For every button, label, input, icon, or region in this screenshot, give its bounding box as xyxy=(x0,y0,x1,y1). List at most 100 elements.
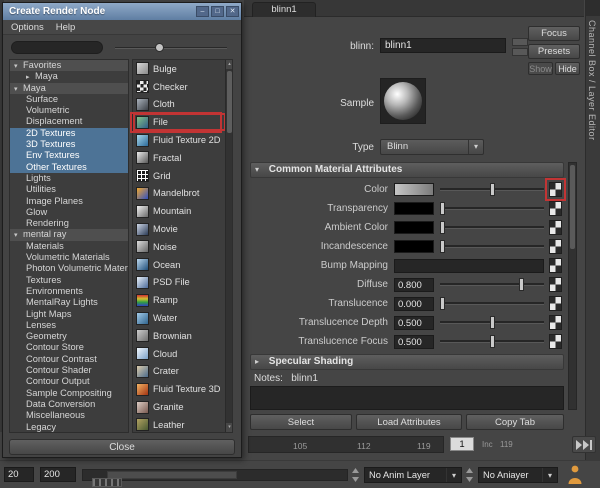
tree-item-maya[interactable]: ▸Maya xyxy=(10,71,128,82)
copy-tab-button[interactable]: Copy Tab xyxy=(466,414,564,430)
anim-layer-dropdown[interactable]: No Anim Layer ▾ xyxy=(364,467,462,483)
notes-textarea[interactable] xyxy=(250,386,564,410)
node-item-psd-file[interactable]: PSD File xyxy=(133,274,226,292)
window-titlebar[interactable]: Create Render Node – □ ✕ xyxy=(3,3,241,20)
slider-handle[interactable] xyxy=(440,221,445,234)
section-collapsed-icon[interactable]: ▸ xyxy=(255,355,266,369)
map-button-diffuse[interactable] xyxy=(549,277,562,292)
color-swatch[interactable] xyxy=(394,202,434,215)
tree-item-miscellaneous[interactable]: Miscellaneous xyxy=(10,410,128,421)
tree-item-utilities[interactable]: Utilities xyxy=(10,184,128,195)
slider-handle[interactable] xyxy=(155,43,164,52)
attr-slider[interactable] xyxy=(440,294,544,313)
tree-item-environments[interactable]: Environments xyxy=(10,286,128,297)
tree-item-contour-shader[interactable]: Contour Shader xyxy=(10,365,128,376)
tree-item-data-conversion[interactable]: Data Conversion xyxy=(10,399,128,410)
map-button-transparency[interactable] xyxy=(549,201,562,216)
node-name-field[interactable]: blinn1 xyxy=(380,38,506,53)
map-button-incandescence[interactable] xyxy=(549,239,562,254)
stepper-icon[interactable] xyxy=(466,468,473,482)
tree-item-photon-volumetric-materi[interactable]: Photon Volumetric Materi... xyxy=(10,263,128,274)
section-specular-shading[interactable]: ▸ Specular Shading xyxy=(250,354,564,370)
value-field[interactable]: 0.500 xyxy=(394,316,434,330)
node-item-noise[interactable]: Noise xyxy=(133,238,226,256)
slider-handle[interactable] xyxy=(440,202,445,215)
hide-button[interactable]: Hide xyxy=(555,62,580,75)
menu-help[interactable]: Help xyxy=(56,22,76,33)
node-item-fluid-texture-2d[interactable]: Fluid Texture 2D xyxy=(133,131,226,149)
node-item-mountain[interactable]: Mountain xyxy=(133,202,226,220)
close-icon[interactable]: ✕ xyxy=(226,6,239,17)
slider-handle[interactable] xyxy=(440,297,445,310)
section-expanded-icon[interactable]: ▾ xyxy=(255,163,266,177)
scrollbar-thumb[interactable] xyxy=(227,71,232,133)
node-item-cloud[interactable]: Cloud xyxy=(133,345,226,363)
map-button-translucence[interactable] xyxy=(549,296,562,311)
node-item-leather[interactable]: Leather xyxy=(133,416,226,433)
node-item-brownian[interactable]: Brownian xyxy=(133,327,226,345)
playback-end-field[interactable]: 200 xyxy=(40,467,76,482)
node-item-checker[interactable]: Checker xyxy=(133,78,226,96)
tree-item-rendering[interactable]: Rendering xyxy=(10,218,128,229)
tree-item-mental-ray[interactable]: ▾mental ray xyxy=(10,229,128,240)
node-item-grid[interactable]: Grid xyxy=(133,167,226,185)
playback-start-field[interactable]: 20 xyxy=(4,467,34,482)
value-field[interactable]: 0.000 xyxy=(394,297,434,311)
text-field[interactable] xyxy=(394,259,544,273)
tree-item-other-textures[interactable]: Other Textures xyxy=(10,162,128,173)
node-item-fractal[interactable]: Fractal xyxy=(133,149,226,167)
slider-handle[interactable] xyxy=(440,240,445,253)
tree-item-materials[interactable]: Materials xyxy=(10,241,128,252)
tree-item-3d-textures[interactable]: 3D Textures xyxy=(10,139,128,150)
chevron-down-icon[interactable]: ▾ xyxy=(542,468,557,482)
value-field[interactable]: 0.800 xyxy=(394,278,434,292)
tab-channel-box-layer-editor[interactable]: Channel Box / Layer Editor xyxy=(587,20,597,141)
section-common-material-attributes[interactable]: ▾ Common Material Attributes xyxy=(250,162,564,178)
tree-item-lights[interactable]: Lights xyxy=(10,173,128,184)
current-time-field[interactable]: 1 xyxy=(450,437,474,451)
character-set-dropdown[interactable]: No Aniayer ▾ xyxy=(478,467,558,483)
slider-handle[interactable] xyxy=(490,335,495,348)
node-item-crater[interactable]: Crater xyxy=(133,363,226,381)
tree-item-displacement[interactable]: Displacement xyxy=(10,116,128,127)
node-item-ocean[interactable]: Ocean xyxy=(133,256,226,274)
scroll-up-icon[interactable]: ▴ xyxy=(226,60,233,69)
node-item-cloth[interactable]: Cloth xyxy=(133,96,226,114)
tree-item-sample-compositing[interactable]: Sample Compositing xyxy=(10,388,128,399)
tree-item-contour-output[interactable]: Contour Output xyxy=(10,376,128,387)
node-item-bulge[interactable]: Bulge xyxy=(133,60,226,78)
tree-item-light-maps[interactable]: Light Maps xyxy=(10,309,128,320)
tree-expand-icon[interactable]: ▾ xyxy=(14,230,23,240)
chevron-down-icon[interactable]: ▾ xyxy=(468,140,483,154)
focus-button[interactable]: Focus xyxy=(528,26,580,41)
attr-slider[interactable] xyxy=(440,180,544,199)
node-item-fluid-texture-3d[interactable]: Fluid Texture 3D xyxy=(133,380,226,398)
attr-slider[interactable] xyxy=(440,275,544,294)
minimize-icon[interactable]: – xyxy=(196,6,209,17)
slider-handle[interactable] xyxy=(519,278,524,291)
map-button-ambient-color[interactable] xyxy=(549,220,562,235)
slider-handle[interactable] xyxy=(490,316,495,329)
attr-slider[interactable] xyxy=(440,199,544,218)
map-button-translucence-focus[interactable] xyxy=(549,334,562,349)
tree-item-maya[interactable]: ▾Maya xyxy=(10,83,128,94)
slider-handle[interactable] xyxy=(490,183,495,196)
swatch-size-slider[interactable] xyxy=(115,41,227,54)
color-swatch[interactable] xyxy=(394,221,434,234)
attribute-editor-scrollbar[interactable] xyxy=(568,162,577,410)
load-attributes-button[interactable]: Load Attributes xyxy=(356,414,462,430)
tree-item-volumetric[interactable]: Volumetric xyxy=(10,105,128,116)
color-swatch[interactable] xyxy=(394,183,434,196)
tree-item-surface[interactable]: Surface xyxy=(10,94,128,105)
go-to-end-button[interactable] xyxy=(572,436,596,453)
material-sample-swatch[interactable] xyxy=(380,78,426,124)
tree-item-2d-textures[interactable]: 2D Textures xyxy=(10,128,128,139)
range-slider-thumb[interactable] xyxy=(107,471,237,479)
output-connection-icon[interactable] xyxy=(512,48,528,56)
tree-item-volumetric-materials[interactable]: Volumetric Materials xyxy=(10,252,128,263)
character-person-icon[interactable] xyxy=(564,463,586,485)
tab-blinn1[interactable]: blinn1 xyxy=(252,2,316,17)
tree-item-legacy[interactable]: Legacy xyxy=(10,422,128,433)
input-connection-icon[interactable] xyxy=(512,38,528,46)
tree-item-contour-contrast[interactable]: Contour Contrast xyxy=(10,354,128,365)
